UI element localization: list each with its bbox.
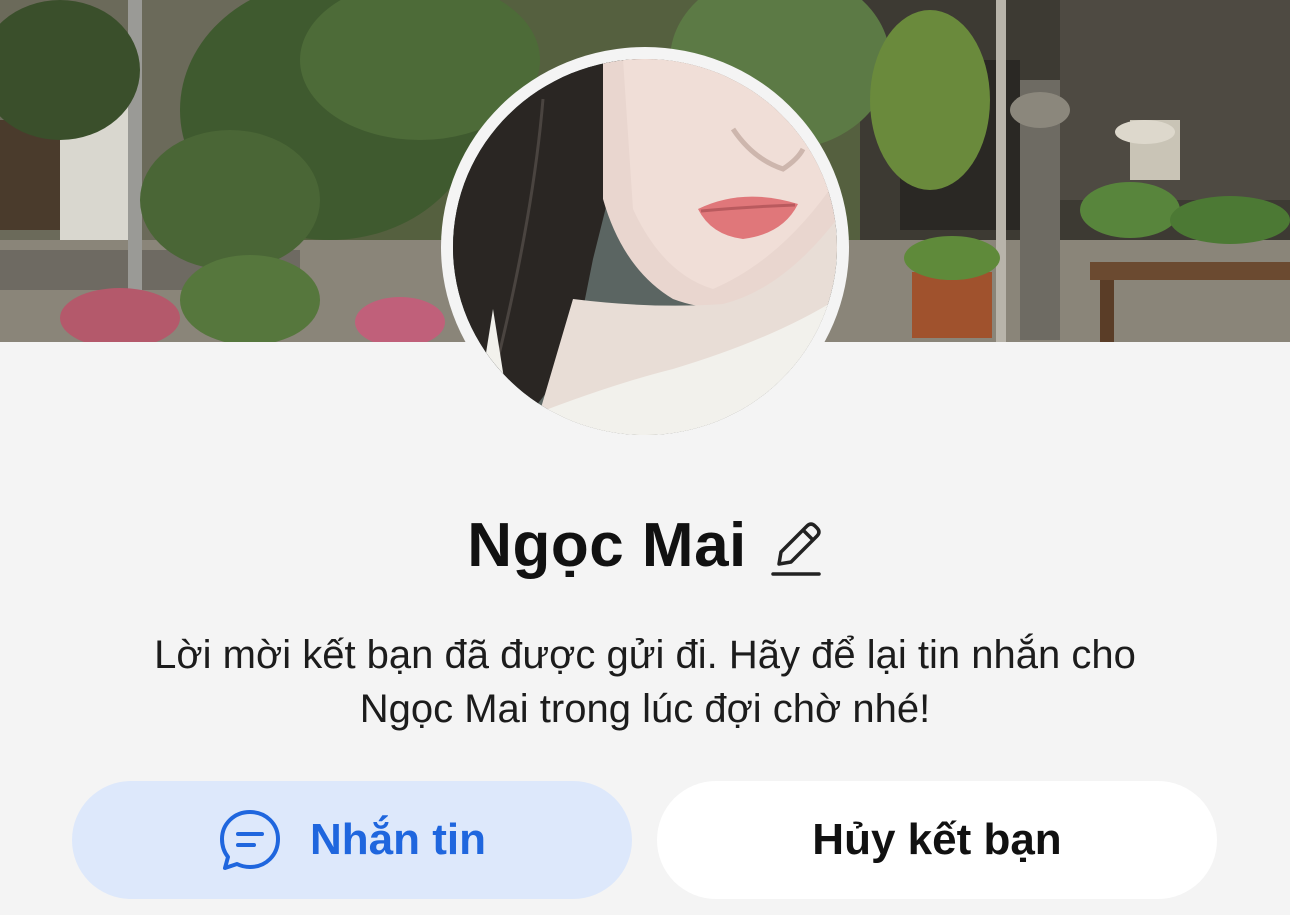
message-line-2: Ngọc Mai trong lúc đợi chờ nhé! (359, 687, 931, 731)
message-line-1: Lời mời kết bạn đã được gửi đi. Hãy để l… (154, 633, 1136, 677)
friend-request-message: Lời mời kết bạn đã được gửi đi. Hãy để l… (60, 628, 1230, 736)
send-message-button[interactable]: Nhắn tin (72, 781, 632, 899)
chat-bubble-icon (220, 810, 280, 870)
avatar-photo (453, 59, 837, 435)
profile-name: Ngọc Mai (467, 510, 747, 580)
cancel-friend-request-label: Hủy kết bạn (812, 815, 1062, 864)
pencil-icon[interactable] (769, 516, 823, 578)
cancel-friend-request-button[interactable]: Hủy kết bạn (657, 781, 1217, 899)
profile-name-row: Ngọc Mai (0, 505, 1290, 585)
profile-avatar[interactable] (441, 47, 849, 447)
profile-page: Ngọc Mai Lời mời kết bạn đã được gửi đi.… (0, 0, 1290, 915)
send-message-label: Nhắn tin (310, 815, 486, 864)
